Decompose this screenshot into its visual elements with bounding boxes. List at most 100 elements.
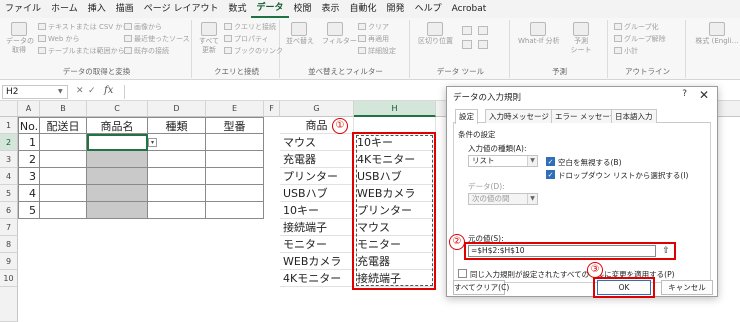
row-header-7[interactable]: 7 [0, 219, 18, 236]
menu-developer[interactable]: 開発 [382, 0, 410, 18]
group-button[interactable]: グループ化 [614, 22, 659, 32]
cancel-icon[interactable]: ✕ [76, 86, 84, 96]
cell-a6[interactable]: 5 [18, 202, 40, 219]
col-header-c[interactable]: C [87, 101, 148, 117]
menu-data[interactable]: データ [251, 0, 289, 18]
cell-b4[interactable] [40, 168, 87, 185]
properties-button[interactable]: プロパティ [224, 34, 269, 44]
cell-g3[interactable]: 充電器 [280, 151, 354, 168]
menu-automate[interactable]: 自動化 [345, 0, 382, 18]
tab-ime-mode[interactable]: 日本語入力 [611, 109, 657, 123]
cell-g4[interactable]: プリンター [280, 168, 354, 185]
cell-e6[interactable] [206, 202, 264, 219]
clear-all-button[interactable]: すべてクリア(C) [453, 280, 509, 295]
tab-input-message[interactable]: 入力時メッセージ [485, 109, 553, 123]
flash-fill-icon[interactable] [462, 26, 472, 35]
existing-connections-button[interactable]: 既存の接続 [124, 46, 169, 56]
header-cell-no[interactable]: No. [18, 117, 40, 134]
cell-d6[interactable] [148, 202, 206, 219]
cell-g6[interactable]: 10キー [280, 202, 354, 219]
text-to-columns-button[interactable]: 区切り位置 [418, 22, 453, 46]
get-data-button[interactable]: データの 取得 [6, 22, 34, 55]
reapply-button[interactable]: 再適用 [358, 34, 389, 44]
help-button[interactable]: ? [682, 89, 687, 99]
row-header-4[interactable]: 4 [0, 168, 18, 185]
apply-all-checkbox[interactable] [458, 269, 467, 278]
menu-file[interactable]: ファイル [0, 0, 46, 18]
row-header-5[interactable]: 5 [0, 185, 18, 202]
cell-e4[interactable] [206, 168, 264, 185]
menu-draw[interactable]: 描画 [111, 0, 139, 18]
cancel-button[interactable]: キャンセル [661, 280, 713, 295]
cell-e5[interactable] [206, 185, 264, 202]
cell-c6[interactable] [87, 202, 148, 219]
forecast-sheet-button[interactable]: 予測 シート [568, 22, 594, 55]
row-header-1[interactable]: 1 [0, 117, 18, 134]
row-header-10[interactable]: 10 [0, 270, 18, 287]
col-header-g[interactable]: G [280, 101, 354, 117]
header-cell-type[interactable]: 種類 [148, 117, 206, 134]
row-header-8[interactable]: 8 [0, 236, 18, 253]
cell-a5[interactable]: 4 [18, 185, 40, 202]
from-web-button[interactable]: Web から [38, 34, 80, 44]
menu-view[interactable]: 表示 [317, 0, 345, 18]
select-all-corner[interactable] [0, 101, 18, 117]
menu-review[interactable]: 校閲 [289, 0, 317, 18]
menu-insert[interactable]: 挿入 [83, 0, 111, 18]
header-cell-model[interactable]: 型番 [206, 117, 264, 134]
subtotal-button[interactable]: 小計 [614, 46, 638, 56]
header-cell-delivery-date[interactable]: 配送日 [40, 117, 87, 134]
recent-sources-button[interactable]: 最近使ったソース [124, 34, 190, 44]
cell-e2[interactable] [206, 134, 264, 151]
workbook-links-button[interactable]: ブックのリンク [224, 46, 283, 56]
menu-acrobat[interactable]: Acrobat [447, 0, 492, 18]
cell-b2[interactable] [40, 134, 87, 151]
ungroup-button[interactable]: グループ解除 [614, 34, 666, 44]
allow-select[interactable]: リスト ▼ [468, 155, 538, 167]
cell-b3[interactable] [40, 151, 87, 168]
header-cell-product-name[interactable]: 商品名 [87, 117, 148, 134]
cell-b6[interactable] [40, 202, 87, 219]
filter-button[interactable]: フィルター [322, 22, 357, 46]
stocks-button[interactable]: 株式 (Engli… [694, 22, 740, 46]
cell-g2[interactable]: マウス [280, 134, 354, 151]
cell-d3[interactable] [148, 151, 206, 168]
what-if-button[interactable]: What-If 分析 [518, 22, 560, 46]
col-header-b[interactable]: B [40, 101, 87, 117]
cell-g10[interactable]: 4Kモニター [280, 270, 354, 287]
cell-d5[interactable] [148, 185, 206, 202]
cell-g7[interactable]: 接続端子 [280, 219, 354, 236]
cell-g8[interactable]: モニター [280, 236, 354, 253]
sort-button[interactable]: 並べ替え [286, 22, 314, 46]
from-picture-button[interactable]: 画像から [124, 22, 162, 32]
cell-c2[interactable] [87, 134, 148, 151]
menu-page-layout[interactable]: ページ レイアウト [139, 0, 224, 18]
from-table-button[interactable]: テーブルまたは範囲から [38, 46, 125, 56]
col-header-e[interactable]: E [206, 101, 264, 117]
col-header-f[interactable]: F [264, 101, 280, 117]
cell-a2[interactable]: 1 [18, 134, 40, 151]
col-header-h[interactable]: H [354, 101, 436, 117]
name-box-dropdown-icon[interactable]: ▼ [58, 88, 63, 95]
cell-c4[interactable] [87, 168, 148, 185]
queries-connections-button[interactable]: クエリと接続 [224, 22, 276, 32]
refresh-all-button[interactable]: すべて 更新 [196, 22, 222, 55]
cell-dropdown-icon[interactable]: ▾ [148, 138, 157, 147]
menu-formulas[interactable]: 数式 [223, 0, 251, 18]
consolidate-icon[interactable] [478, 40, 488, 49]
remove-duplicates-icon[interactable] [462, 40, 472, 49]
cell-c3[interactable] [87, 151, 148, 168]
cell-g5[interactable]: USBハブ [280, 185, 354, 202]
clear-filter-button[interactable]: クリア [358, 22, 389, 32]
close-button[interactable]: ✕ [699, 88, 709, 102]
in-cell-dropdown-checkbox[interactable]: ✓ [546, 170, 555, 179]
advanced-filter-button[interactable]: 詳細設定 [358, 46, 396, 56]
from-text-csv-button[interactable]: テキストまたは CSV から [38, 22, 129, 32]
cell-e3[interactable] [206, 151, 264, 168]
row-header-2[interactable]: 2 [0, 134, 18, 151]
row-header-3[interactable]: 3 [0, 151, 18, 168]
cell-d4[interactable] [148, 168, 206, 185]
menu-help[interactable]: ヘルプ [410, 0, 447, 18]
ignore-blank-checkbox[interactable]: ✓ [546, 157, 555, 166]
col-header-a[interactable]: A [18, 101, 40, 117]
